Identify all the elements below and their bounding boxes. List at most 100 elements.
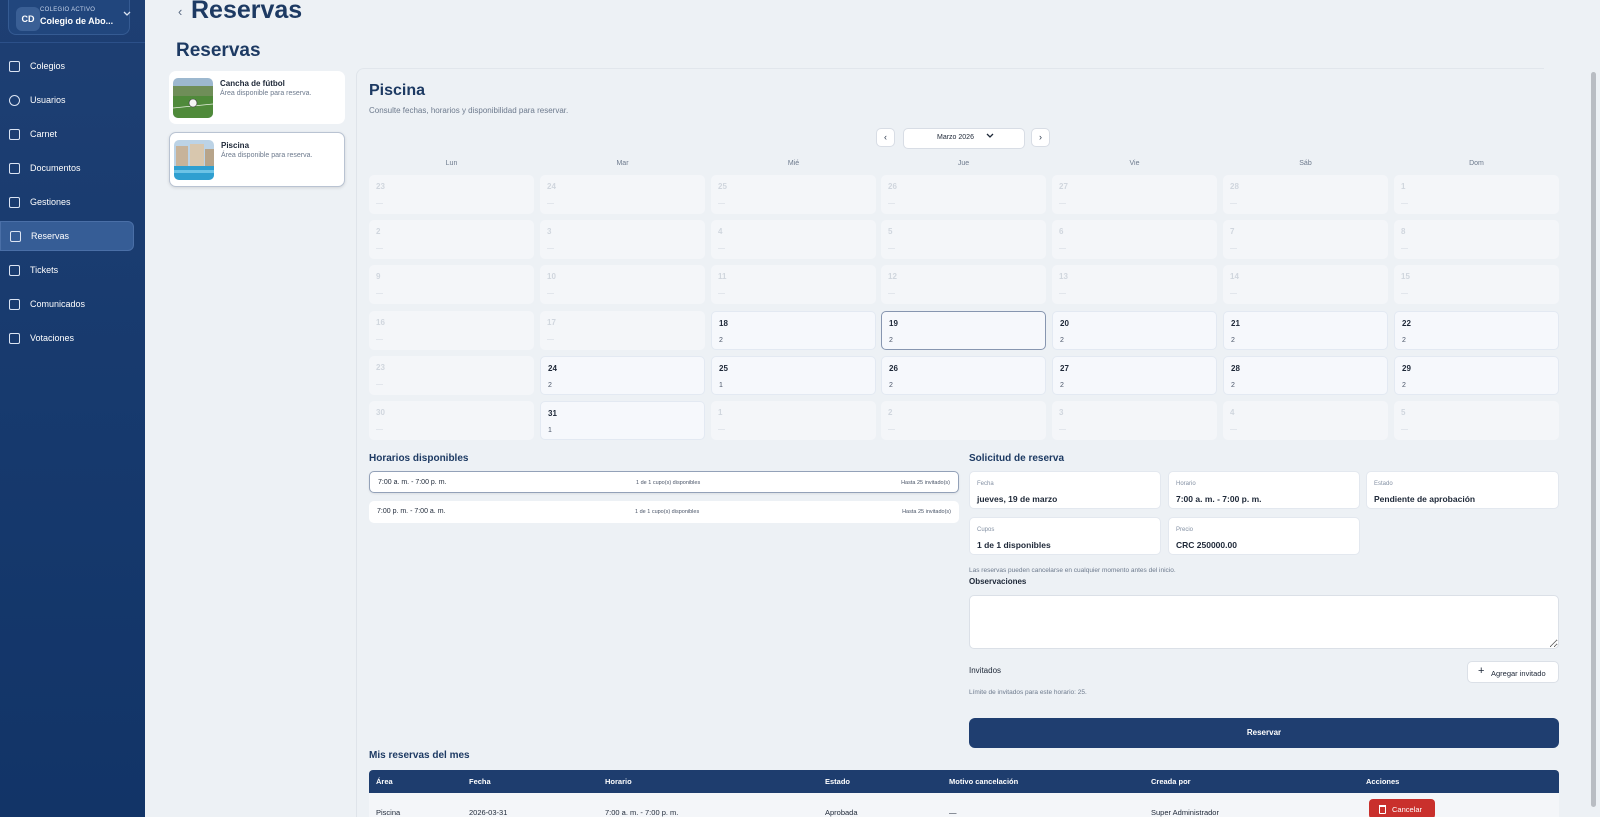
day-availability-count: —: [376, 381, 383, 388]
day-availability-count: 2: [889, 382, 893, 389]
calendar-day: 28 —: [1223, 175, 1388, 214]
request-title: Solicitud de reserva: [969, 453, 1065, 464]
school-name: Colegio de Abo...: [40, 16, 114, 26]
cell-estado: Aprobada: [825, 808, 858, 817]
calendar-day[interactable]: 31 1: [540, 401, 705, 440]
day-number: 24: [547, 182, 556, 191]
day-number: 20: [1060, 319, 1069, 328]
area-card-cancha[interactable]: Cancha de fútbol Área disponible para re…: [169, 71, 345, 124]
back-chevron-icon[interactable]: ‹: [178, 4, 182, 19]
chevron-down-icon: [123, 11, 131, 16]
calendar-day: 3—: [1052, 401, 1217, 440]
cell-area: Piscina: [376, 808, 401, 817]
sidebar-item-tickets[interactable]: Tickets: [0, 256, 134, 286]
info-value: 7:00 a. m. - 7:00 p. m.: [1176, 494, 1262, 504]
day-availability-count: —: [1059, 426, 1066, 433]
calendar-day: 9—: [369, 265, 534, 304]
day-number: 25: [719, 364, 728, 373]
day-of-week-label: Jue: [957, 160, 970, 167]
day-availability-count: —: [1230, 290, 1237, 297]
sidebar-item-colegios[interactable]: Colegios: [0, 52, 134, 82]
cancel-reservation-button[interactable]: Cancelar: [1369, 799, 1435, 817]
day-of-week-label: Vie: [1129, 160, 1140, 167]
day-availability-count: —: [547, 336, 554, 343]
observations-label: Observaciones: [969, 577, 1027, 586]
calendar-day[interactable]: 28 2: [1223, 356, 1388, 395]
calendar-day: 17 —: [540, 311, 705, 350]
slot-availability: 1 de 1 cupo(s) disponibles: [635, 509, 700, 515]
table-header: Área Fecha Horario Estado Motivo cancela…: [369, 770, 1559, 793]
column-header: Fecha: [469, 777, 491, 786]
schedule-slot[interactable]: 7:00 p. m. - 7:00 a. m. 1 de 1 cupo(s) d…: [369, 501, 959, 523]
schedule-slot[interactable]: 7:00 a. m. - 7:00 p. m. 1 de 1 cupo(s) d…: [369, 471, 959, 493]
day-number: 2: [376, 227, 381, 236]
info-label: Cupos: [977, 527, 995, 533]
section-title: Reservas: [176, 40, 261, 61]
info-fecha: Fecha jueves, 19 de marzo: [969, 471, 1161, 509]
day-availability-count: 2: [719, 337, 723, 344]
day-availability-count: —: [1401, 290, 1408, 297]
add-guest-button[interactable]: + Agregar invitado: [1467, 661, 1559, 683]
calendar-day: 5—: [881, 220, 1046, 259]
info-label: Fecha: [977, 481, 994, 487]
calendar-day[interactable]: 29 2: [1394, 356, 1559, 395]
sidebar-item-label: Colegios: [30, 61, 66, 71]
day-number: 27: [1059, 182, 1068, 191]
id-card-icon: [9, 129, 20, 140]
calendar-day: 30 —: [369, 401, 534, 440]
info-value: CRC 250000.00: [1176, 540, 1237, 550]
active-school-selector[interactable]: CD COLEGIO ACTIVO Colegio de Abo...: [8, 0, 131, 35]
day-number: 1: [1401, 182, 1406, 191]
day-number: 19: [889, 319, 898, 328]
day-number: 5: [1401, 408, 1406, 417]
day-availability-count: —: [1230, 245, 1237, 252]
calendar-day: 13 —: [1052, 265, 1217, 304]
calendar-day[interactable]: 24 2: [540, 356, 705, 395]
day-availability-count: —: [547, 245, 554, 252]
sidebar-item-usuarios[interactable]: Usuarios: [0, 86, 134, 116]
ticket-icon: [9, 265, 20, 276]
day-availability-count: 2: [889, 337, 893, 344]
day-number: 30: [376, 408, 385, 417]
sidebar-item-reservas[interactable]: Reservas: [0, 221, 134, 251]
calendar-day[interactable]: 26 2: [881, 356, 1046, 395]
observations-field[interactable]: [969, 595, 1559, 649]
calendar-day-selected[interactable]: 19 2: [881, 311, 1046, 350]
info-value: 1 de 1 disponibles: [977, 540, 1051, 550]
calendar-day[interactable]: 20 2: [1052, 311, 1217, 350]
sidebar-item-comunicados[interactable]: Comunicados: [0, 290, 134, 320]
day-number: 9: [376, 272, 381, 281]
prev-month-button[interactable]: ‹: [876, 128, 895, 147]
day-number: 17: [547, 318, 556, 327]
reserve-button[interactable]: Reservar: [969, 718, 1559, 748]
day-availability-count: 2: [1231, 382, 1235, 389]
day-number: 27: [1060, 364, 1069, 373]
area-card-piscina[interactable]: Piscina Área disponible para reserva.: [169, 132, 345, 187]
sidebar-item-label: Comunicados: [30, 299, 86, 309]
sidebar-item-votaciones[interactable]: Votaciones: [0, 324, 134, 354]
info-estado: Estado Pendiente de aprobación: [1366, 471, 1559, 509]
day-of-week-label: Mar: [616, 160, 629, 167]
day-number: 18: [719, 319, 728, 328]
day-availability-count: —: [888, 200, 895, 207]
day-number: 8: [1401, 227, 1406, 236]
calendar-day[interactable]: 25 1: [711, 356, 876, 395]
day-of-week-label: Lun: [445, 160, 458, 167]
day-of-week-label: Mié: [787, 160, 800, 167]
day-availability-count: —: [376, 426, 383, 433]
page-scrollbar[interactable]: [1591, 72, 1596, 807]
next-month-button[interactable]: ›: [1031, 128, 1050, 147]
sidebar-item-gestiones[interactable]: Gestiones: [0, 188, 134, 218]
calendar-day[interactable]: 27 2: [1052, 356, 1217, 395]
calendar-day: 2—: [881, 401, 1046, 440]
month-select[interactable]: Marzo 2026: [903, 128, 1025, 149]
day-availability-count: —: [1230, 426, 1237, 433]
calendar-day[interactable]: 18 2: [711, 311, 876, 350]
calendar-day[interactable]: 22 2: [1394, 311, 1559, 350]
column-header: Motivo cancelación: [949, 777, 1019, 786]
calendar-day[interactable]: 21 2: [1223, 311, 1388, 350]
day-availability-count: —: [1401, 200, 1408, 207]
sidebar-item-carnet[interactable]: Carnet: [0, 120, 134, 150]
day-availability-count: —: [718, 200, 725, 207]
sidebar-item-documentos[interactable]: Documentos: [0, 154, 134, 184]
